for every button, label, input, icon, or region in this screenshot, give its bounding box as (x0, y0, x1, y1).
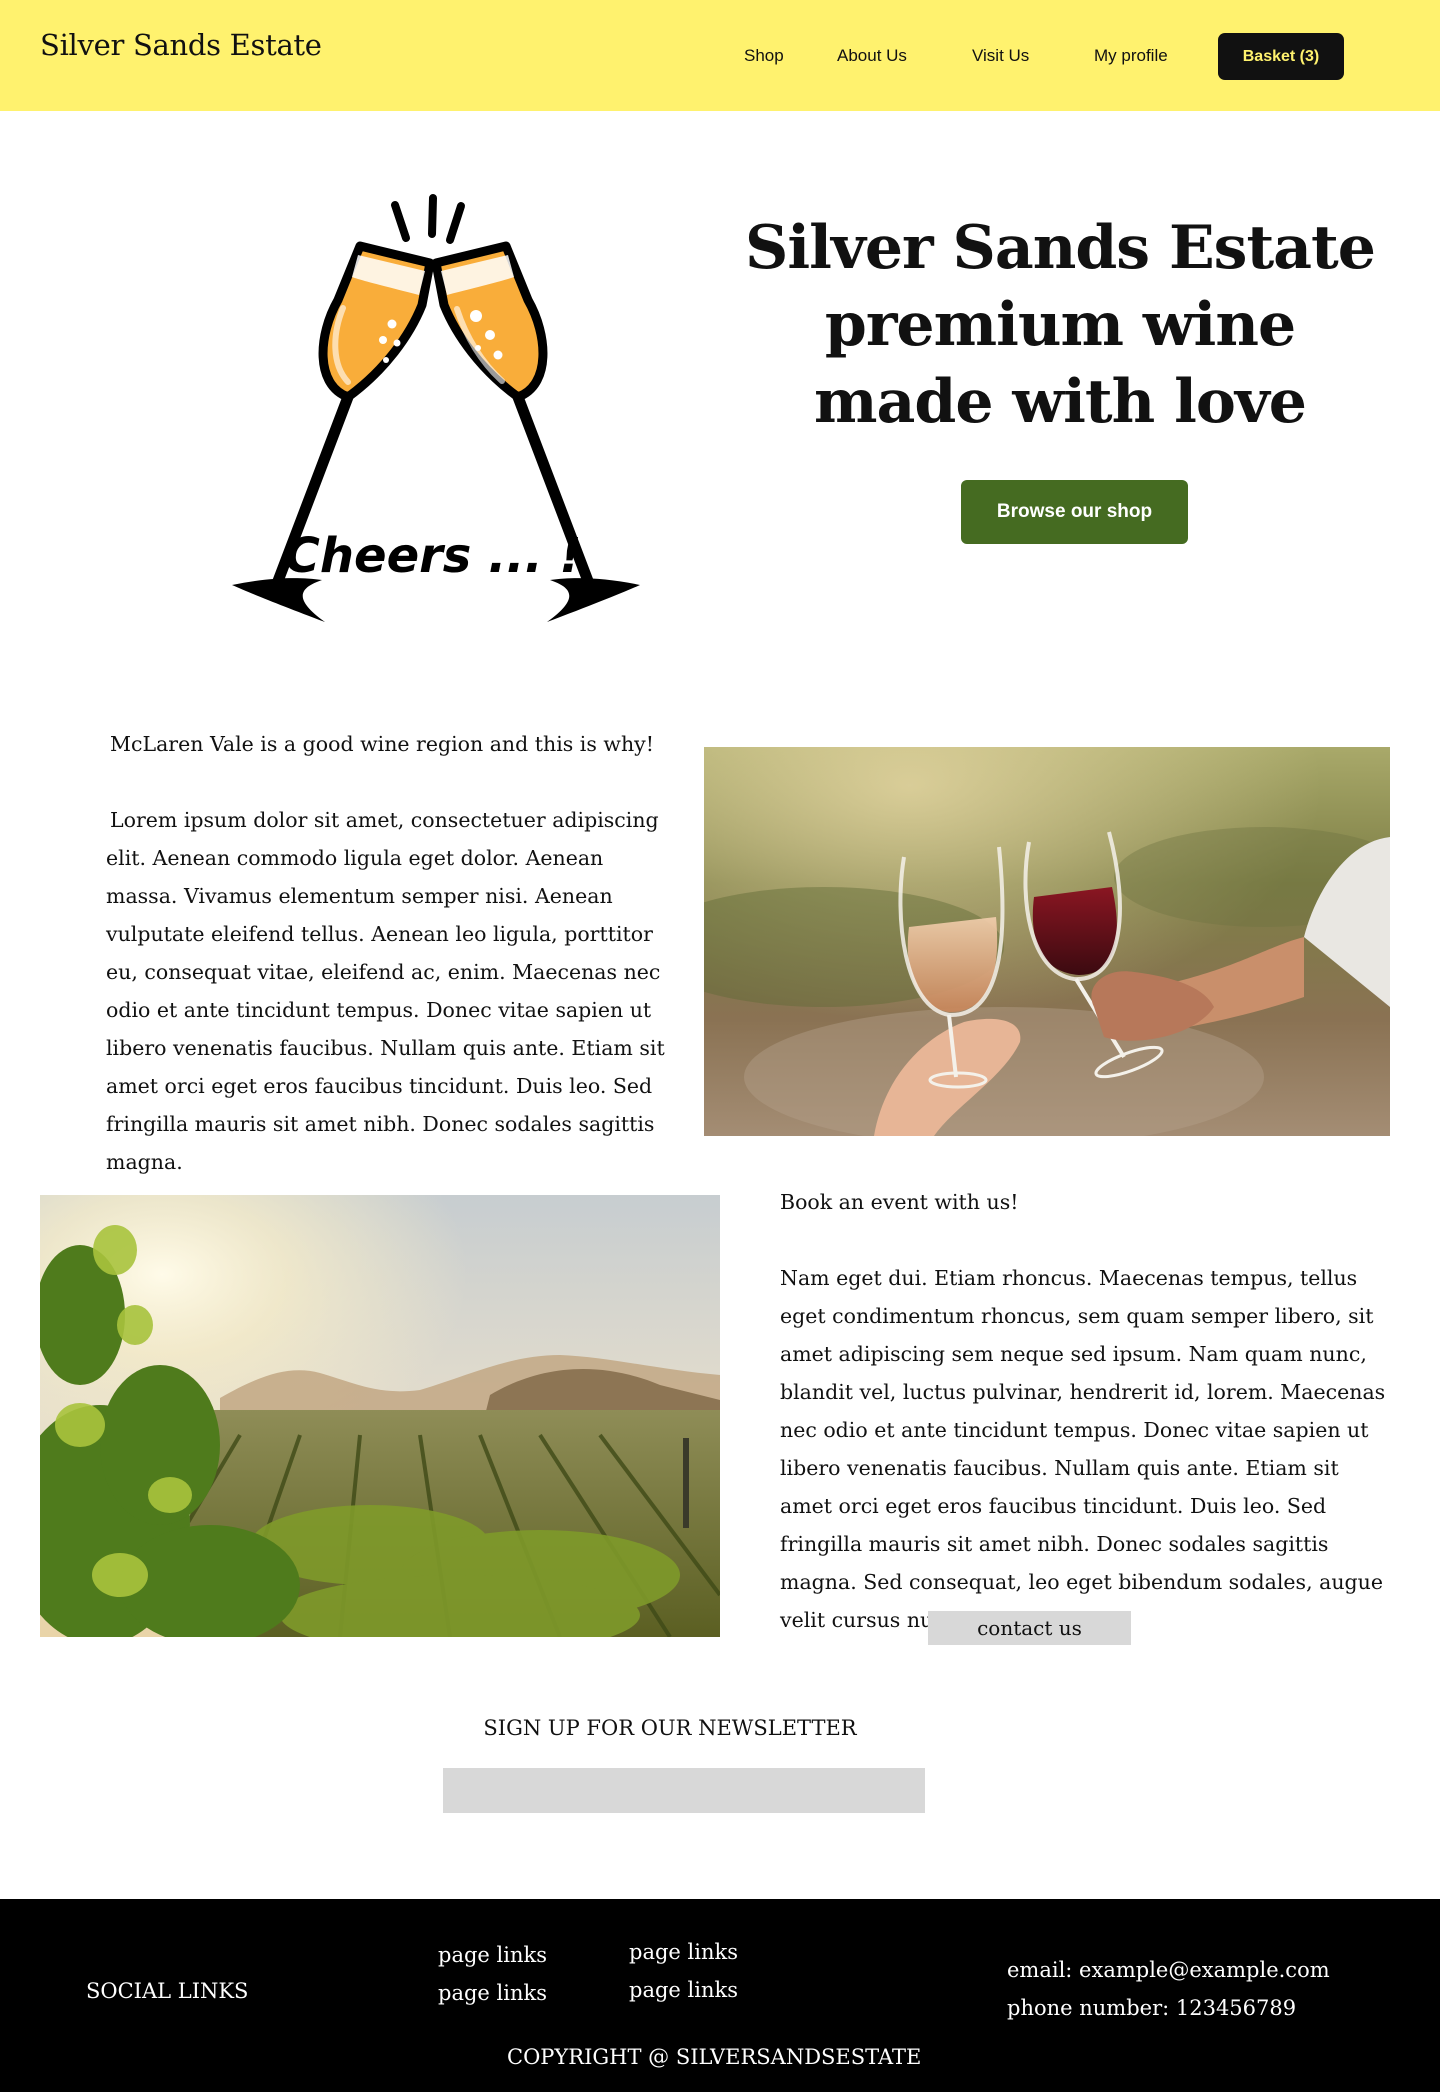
footer-phone: phone number: 123456789 (1007, 1996, 1297, 2020)
region-section: McLaren Vale is a good wine region and t… (106, 725, 666, 1181)
footer-page-link-3[interactable]: page links (629, 1940, 738, 1964)
basket-button[interactable]: Basket (3) (1218, 33, 1344, 80)
footer-email: email: example@example.com (1007, 1958, 1330, 1982)
newsletter-title: SIGN UP FOR OUR NEWSLETTER (483, 1716, 857, 1740)
region-heading: McLaren Vale is a good wine region and t… (110, 732, 654, 756)
contact-us-button[interactable]: contact us (928, 1611, 1131, 1645)
browse-shop-button[interactable]: Browse our shop (961, 480, 1188, 544)
nav-my-profile[interactable]: My profile (1094, 46, 1168, 66)
event-section: Book an event with us! Nam eget dui. Eti… (780, 1183, 1390, 1639)
social-links[interactable]: SOCIAL LINKS (86, 1979, 248, 2003)
footer-page-link-1[interactable]: page links (438, 1943, 547, 1967)
toasting-photo (704, 747, 1390, 1136)
event-heading: Book an event with us! (780, 1190, 1019, 1214)
copyright: COPYRIGHT @ SILVERSANDSESTATE (507, 2045, 922, 2069)
region-body: Lorem ipsum dolor sit amet, consectetuer… (106, 808, 665, 1174)
nav-about-us[interactable]: About Us (837, 46, 907, 66)
cheers-illustration: Cheers ... ! (232, 194, 640, 622)
footer-page-link-2[interactable]: page links (438, 1981, 547, 2005)
vineyard-photo (40, 1195, 720, 1637)
site-header: Silver Sands Estate Shop About Us Visit … (0, 0, 1440, 111)
newsletter-email-input[interactable] (443, 1768, 925, 1813)
event-body: Nam eget dui. Etiam rhoncus. Maecenas te… (780, 1266, 1386, 1632)
footer-page-link-4[interactable]: page links (629, 1978, 738, 2002)
nav-shop[interactable]: Shop (744, 46, 784, 66)
brand-logo[interactable]: Silver Sands Estate (40, 28, 322, 62)
site-footer: SOCIAL LINKS page links page links page … (0, 1899, 1440, 2092)
hero-title: Silver Sands Estate premium wine made wi… (745, 213, 1376, 437)
nav-visit-us[interactable]: Visit Us (972, 46, 1029, 66)
cheers-text: Cheers ... ! (285, 528, 582, 584)
